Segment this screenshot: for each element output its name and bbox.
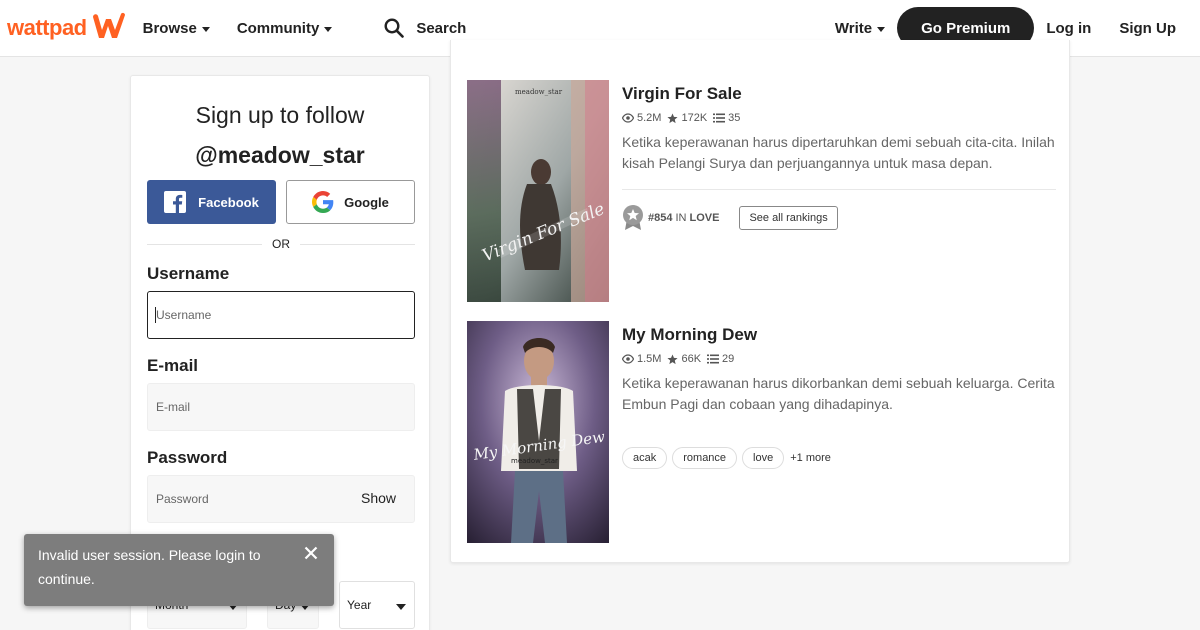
or-text: OR <box>272 237 290 251</box>
text-cursor <box>155 307 156 323</box>
star-icon <box>667 353 679 364</box>
rank-number: #854 <box>648 212 673 224</box>
tag-pill[interactable]: acak <box>622 447 668 469</box>
search-input[interactable] <box>416 19 717 37</box>
story-divider <box>622 189 1056 190</box>
reads-count: 1.5M <box>637 353 662 365</box>
signup-title: Sign up to follow <box>195 102 365 128</box>
toast-message: Invalid user session. Please login to co… <box>38 547 261 587</box>
logo-w-icon <box>90 11 128 46</box>
show-password-button[interactable]: Show <box>361 490 396 506</box>
toast-close-button[interactable] <box>304 546 318 560</box>
reads-count: 5.2M <box>637 112 662 124</box>
password-label: Password <box>147 448 228 467</box>
eye-icon <box>622 354 634 364</box>
birth-year-value: Year <box>347 598 372 612</box>
email-input[interactable] <box>147 383 415 431</box>
votes-stat: 172K <box>667 112 707 124</box>
caret-down-icon <box>324 26 333 32</box>
facebook-label: Facebook <box>198 194 259 210</box>
dropdown-arrow-icon <box>396 604 406 610</box>
reads-stat: 1.5M <box>622 353 661 365</box>
parts-stat: 29 <box>707 353 734 365</box>
error-toast: Invalid user session. Please login to co… <box>24 534 334 606</box>
close-icon <box>304 546 318 560</box>
story-description: Ketika keperawanan harus dikorbankan dem… <box>622 375 1055 412</box>
nav-write-label: Write <box>834 19 873 37</box>
story-description: Ketika keperawanan harus dipertaruhkan d… <box>622 134 1055 171</box>
username-input[interactable] <box>147 291 415 339</box>
facebook-signup-button[interactable]: Facebook <box>147 180 276 224</box>
search-bar <box>384 18 804 38</box>
story-tags: acak romance love +1 more <box>622 447 831 469</box>
votes-count: 172K <box>681 112 708 124</box>
or-divider: OR <box>147 236 415 252</box>
nav-community-dropdown[interactable]: Community <box>237 20 333 37</box>
star-icon <box>667 112 679 123</box>
google-icon <box>312 191 334 213</box>
eye-icon <box>622 113 634 123</box>
username-label: Username <box>147 264 230 283</box>
login-link[interactable]: Log in <box>1046 20 1091 37</box>
profile-handle: @meadow_star <box>195 142 365 168</box>
list-icon <box>707 354 720 364</box>
cover-author-text: meadow_star <box>515 88 563 96</box>
parts-stat: 35 <box>713 112 740 124</box>
tag-pill[interactable]: love <box>742 447 785 469</box>
parts-count: 35 <box>728 112 741 124</box>
wattpad-logo[interactable]: wattpad <box>7 11 128 46</box>
caret-down-icon <box>201 26 210 32</box>
more-tags-link[interactable]: +1 more <box>790 452 831 464</box>
list-icon <box>713 113 726 123</box>
nav-browse-label: Browse <box>142 19 197 37</box>
reads-stat: 5.2M <box>622 112 661 124</box>
story-title[interactable]: Virgin For Sale <box>622 84 742 104</box>
search-icon[interactable] <box>384 18 405 38</box>
logo-text: wattpad <box>7 15 87 40</box>
tag-pill[interactable]: romance <box>672 447 738 469</box>
votes-stat: 66K <box>667 353 701 365</box>
rank-category[interactable]: LOVE <box>689 212 719 224</box>
nav-browse-dropdown[interactable]: Browse <box>143 20 210 37</box>
facebook-icon <box>164 191 187 213</box>
stories-list-card: meadow_star Virgin For Sale Virgin For S… <box>450 40 1070 563</box>
story-ranking: #854 IN LOVE See all rankings <box>622 205 838 231</box>
divider-line <box>147 243 262 245</box>
google-label: Google <box>344 194 389 210</box>
story-stats: 5.2M 172K 35 <box>622 112 746 124</box>
story-stats: 1.5M 66K 29 <box>622 353 740 365</box>
cover-author-text: meadow_star <box>511 457 558 465</box>
nav-write-dropdown[interactable]: Write <box>834 19 886 37</box>
birth-year-select[interactable]: Year <box>339 581 415 629</box>
caret-down-icon <box>877 26 886 32</box>
nav-community-label: Community <box>236 19 320 37</box>
story-title[interactable]: My Morning Dew <box>622 325 757 345</box>
story-cover[interactable]: meadow_star Virgin For Sale <box>467 80 609 302</box>
email-label: E-mail <box>147 356 199 375</box>
google-signup-button[interactable]: Google <box>286 180 415 224</box>
ranking-badge-icon <box>622 205 644 231</box>
rank-in-text: IN <box>675 212 687 224</box>
divider-line <box>300 243 415 245</box>
story-cover[interactable]: My Morning Dew meadow_star <box>467 321 609 543</box>
signup-link[interactable]: Sign Up <box>1119 20 1176 37</box>
see-all-rankings-button[interactable]: See all rankings <box>739 206 838 230</box>
votes-count: 66K <box>681 353 702 365</box>
parts-count: 29 <box>722 353 735 365</box>
